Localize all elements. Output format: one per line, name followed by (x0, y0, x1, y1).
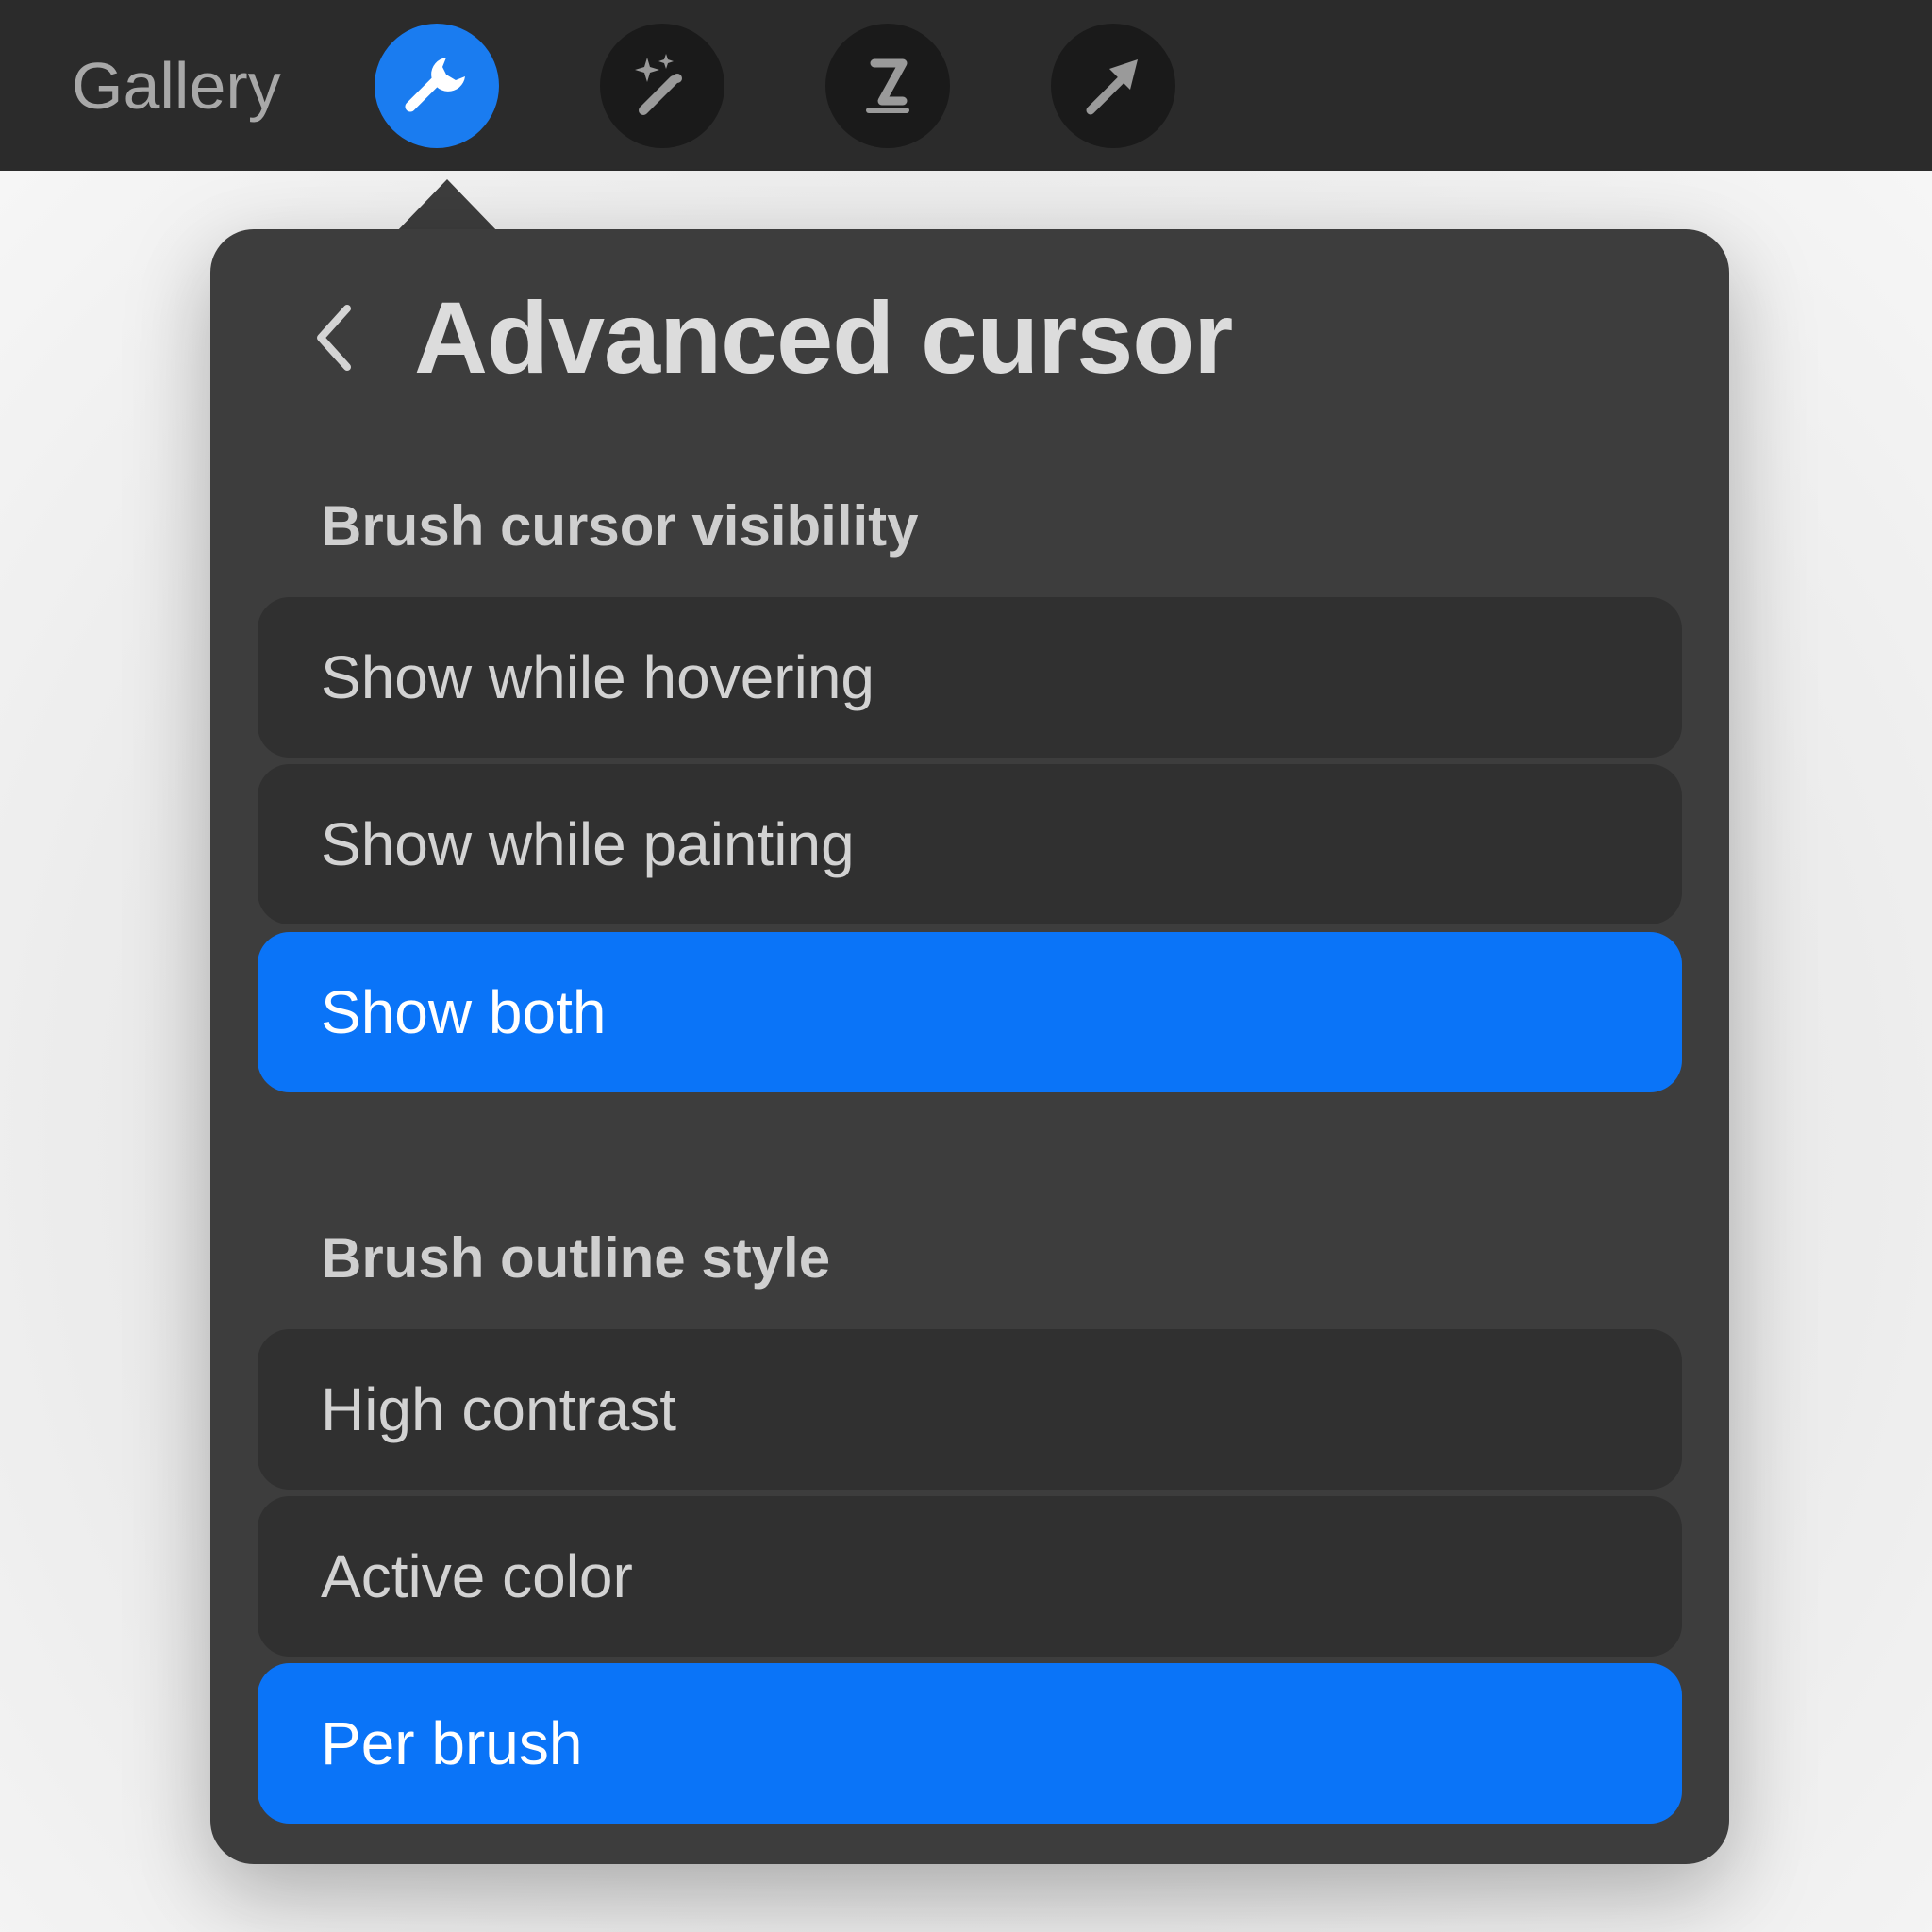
option-show-while-hovering[interactable]: Show while hovering (258, 597, 1682, 758)
transform-button[interactable] (1051, 24, 1175, 148)
wrench-icon (405, 58, 465, 112)
option-high-contrast[interactable]: High contrast (258, 1329, 1682, 1490)
actions-button[interactable] (375, 24, 499, 148)
top-toolbar: Gallery (0, 0, 1932, 171)
section-title-cursor-visibility: Brush cursor visibility (321, 494, 919, 558)
back-button[interactable] (301, 295, 367, 380)
popover-arrow (394, 179, 500, 234)
option-label: Show both (321, 978, 607, 1046)
option-show-while-painting[interactable]: Show while painting (258, 764, 1682, 924)
gallery-button[interactable]: Gallery (72, 45, 281, 126)
magic-wand-icon (635, 54, 682, 115)
selection-button[interactable] (825, 24, 950, 148)
chevron-left-icon (317, 305, 351, 371)
option-show-both[interactable]: Show both (258, 932, 1682, 1092)
selection-s-icon (866, 58, 909, 113)
popover-title: Advanced cursor (414, 280, 1233, 394)
option-label: Show while painting (321, 810, 855, 878)
adjustments-button[interactable] (600, 24, 724, 148)
transform-arrow-icon (1086, 59, 1138, 115)
advanced-cursor-popover: Advanced cursor Brush cursor visibility … (210, 229, 1729, 1864)
option-label: High contrast (321, 1375, 677, 1443)
option-per-brush[interactable]: Per brush (258, 1663, 1682, 1824)
section-title-outline-style: Brush outline style (321, 1226, 831, 1290)
option-label: Active color (321, 1542, 633, 1610)
option-active-color[interactable]: Active color (258, 1496, 1682, 1657)
option-label: Per brush (321, 1709, 583, 1777)
option-label: Show while hovering (321, 643, 874, 711)
